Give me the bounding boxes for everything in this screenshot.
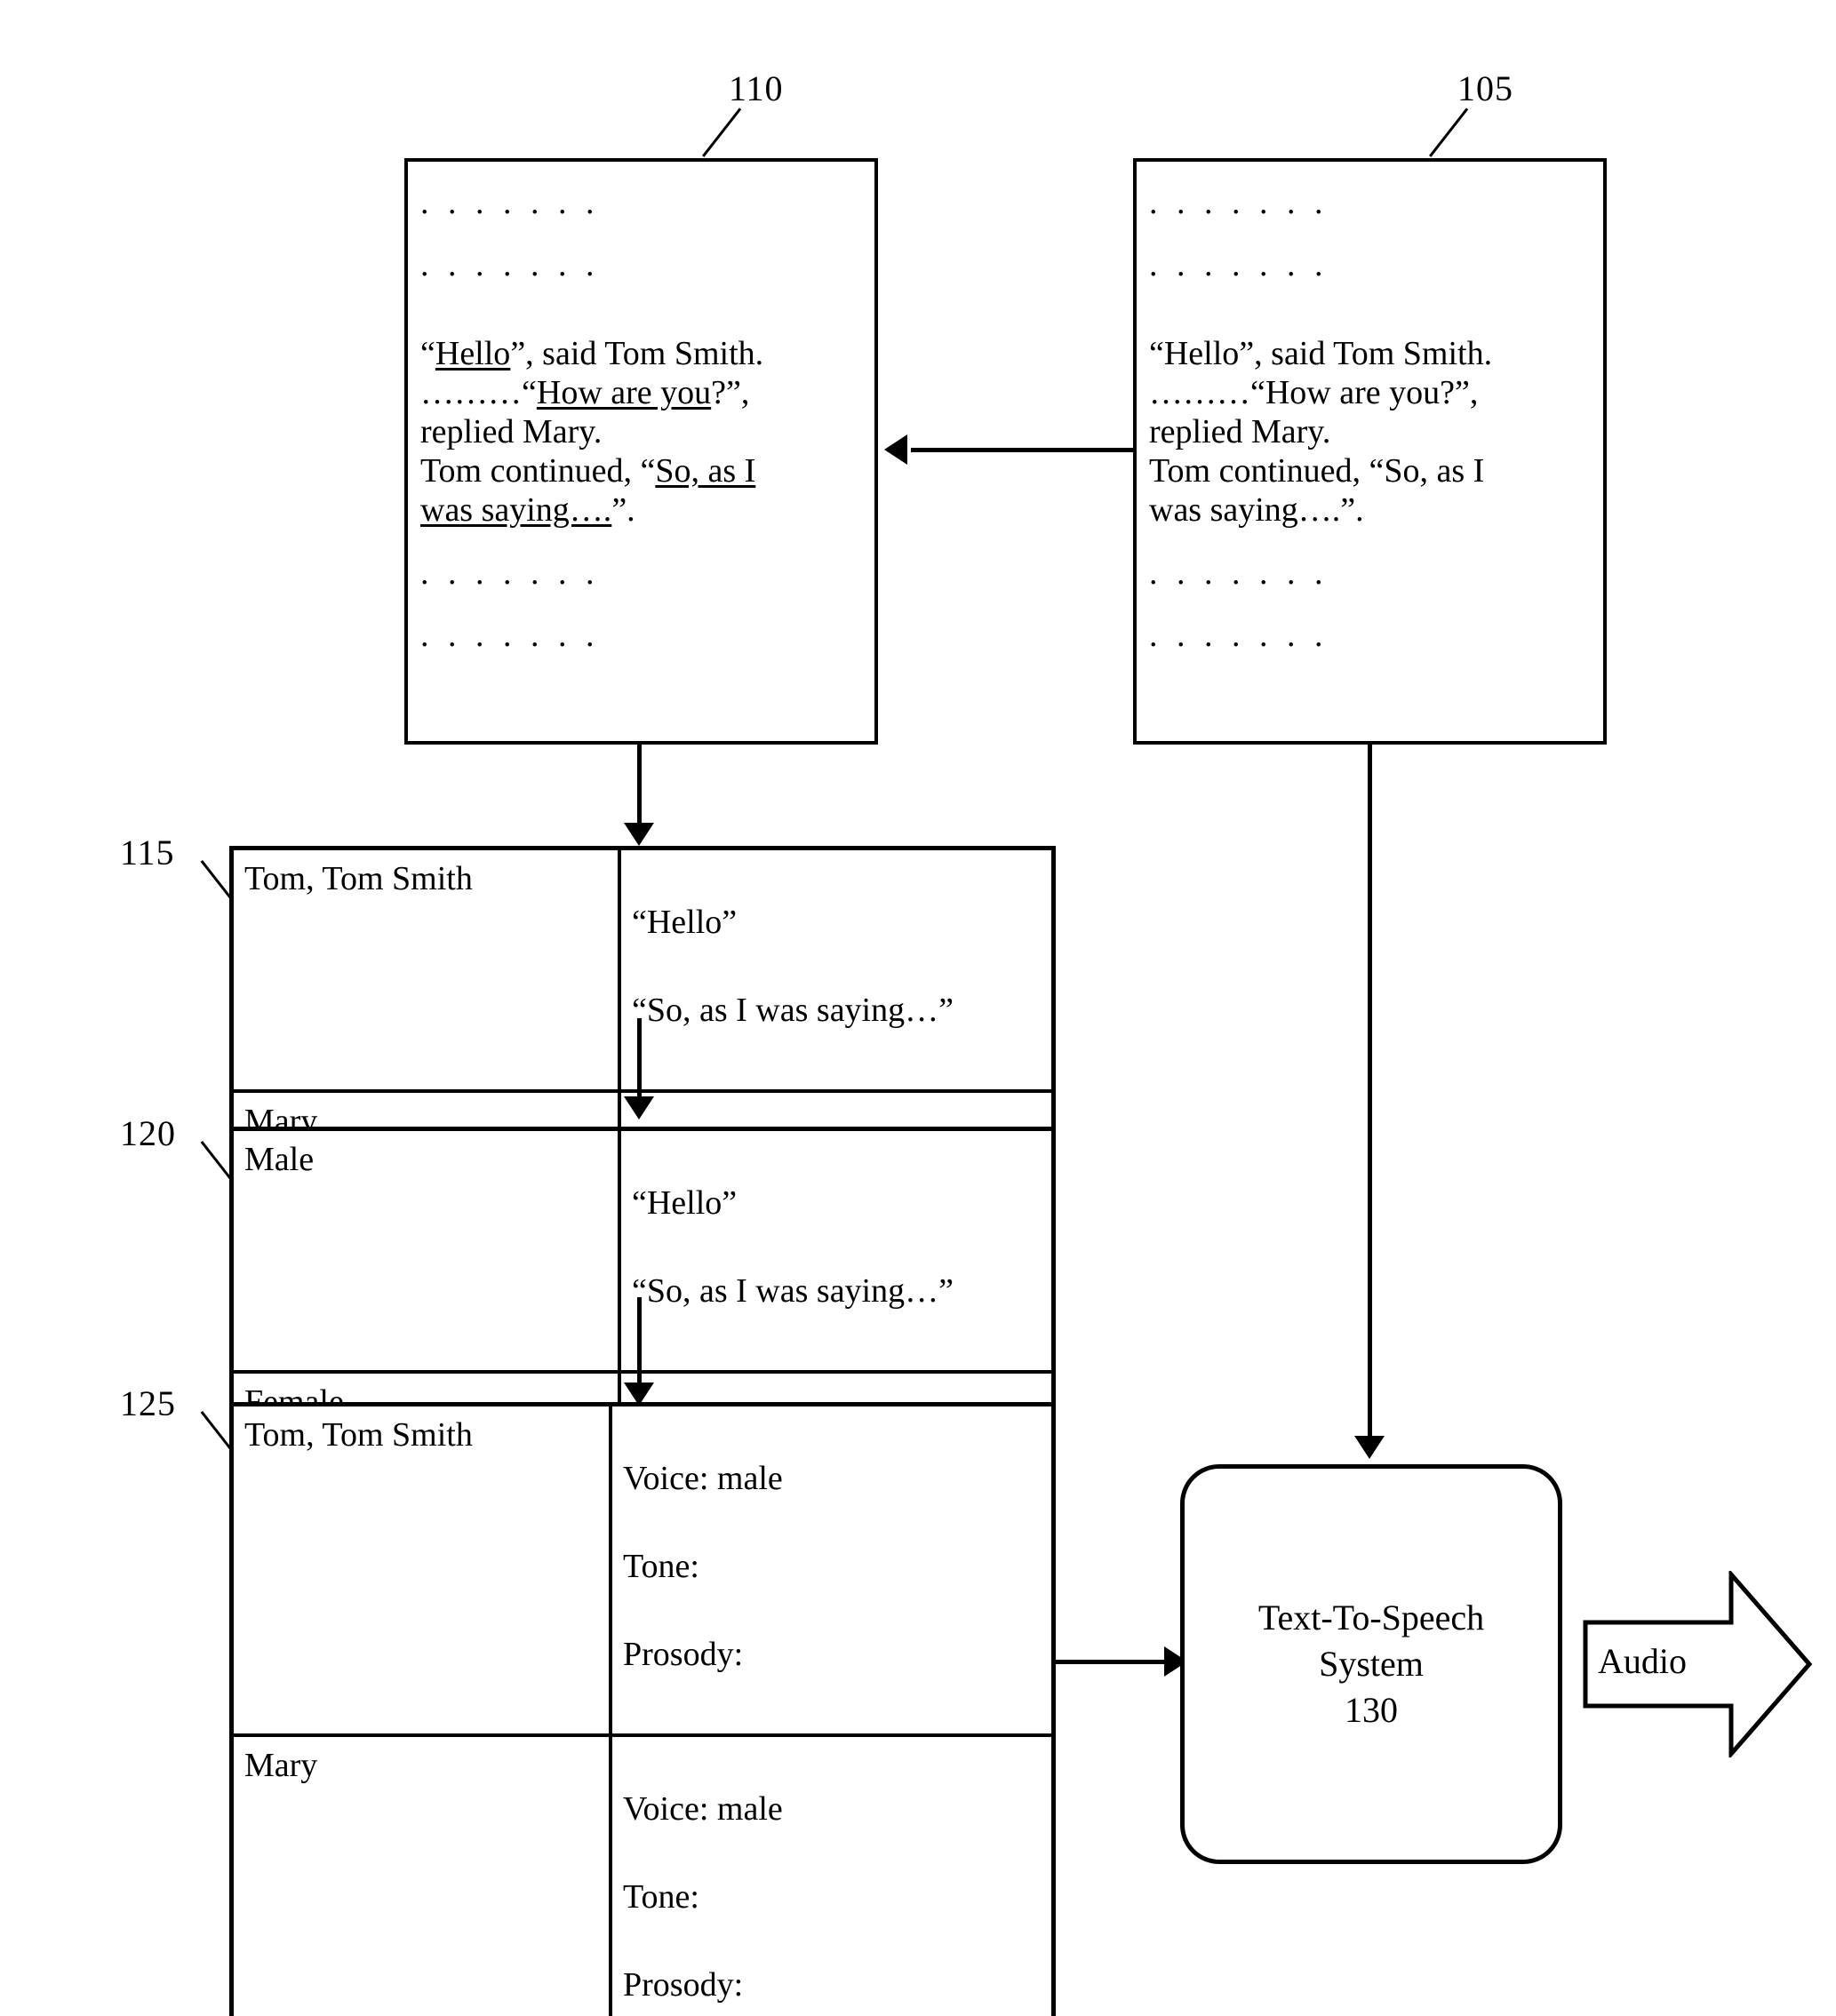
connector-voice-table-to-tts bbox=[1056, 1660, 1171, 1664]
speaker-cell: Mary bbox=[229, 1733, 612, 2016]
connector-source-to-annotated bbox=[911, 448, 1135, 452]
ref-numeral-120: 120 bbox=[120, 1113, 176, 1153]
annotated-line-tomcontinued: Tom continued, “So, as I bbox=[420, 451, 862, 490]
ref-numeral-115: 115 bbox=[120, 833, 175, 873]
ellipsis-line: . . . . . . . bbox=[1149, 184, 1329, 221]
ref-numeral-125: 125 bbox=[120, 1383, 176, 1423]
attribute-prosody: Prosody: bbox=[623, 1635, 744, 1673]
ellipsis-line: . . . . . . . bbox=[420, 246, 600, 284]
speaker-cell: Tom, Tom Smith bbox=[229, 846, 621, 1093]
line-tail: ”. bbox=[611, 491, 635, 530]
audio-output-arrow: Audio bbox=[1582, 1568, 1813, 1760]
connector-source-to-tts bbox=[1368, 745, 1372, 1446]
ellipsis-line: . . . . . . . bbox=[420, 554, 600, 592]
patent-figure-canvas: 110 105 . . . . . . . . . . . . . . “Hel… bbox=[0, 0, 1836, 2016]
source-line-howareyou: ………“How are you?”, bbox=[1149, 374, 1479, 412]
ellipsis-line: . . . . . . . bbox=[1149, 554, 1329, 592]
ellipsis-line: . . . . . . . bbox=[1149, 616, 1329, 654]
voice-attributes-cell: Voice: male Tone: Prosody: bbox=[609, 1402, 1056, 1737]
annotated-line-repliedmary: replied Mary. bbox=[420, 413, 603, 451]
utterance-line: “Hello” bbox=[632, 1184, 738, 1223]
tts-title-line-2: System bbox=[1319, 1644, 1424, 1684]
gender-cell: Male bbox=[229, 1127, 621, 1374]
quote-open: “ bbox=[420, 335, 435, 373]
attribute-voice: Voice: male bbox=[623, 1790, 783, 1829]
utterance-line: “So, as I was saying…” bbox=[632, 1272, 954, 1311]
attribute-tone: Tone: bbox=[623, 1548, 699, 1586]
ref-numeral-105: 105 bbox=[1457, 68, 1513, 108]
arrowhead-left-to-annotated bbox=[884, 434, 907, 465]
underlined-span: How are you bbox=[536, 374, 712, 412]
tts-ref-numeral-130: 130 bbox=[1345, 1690, 1398, 1730]
leader-line-105 bbox=[1429, 108, 1469, 157]
table-row: Mary Voice: male Tone: Prosody: bbox=[229, 1733, 1056, 2016]
speaker-cell: Tom, Tom Smith bbox=[229, 1402, 612, 1737]
annotated-line-howareyou: ………“How are you?”, bbox=[420, 373, 862, 412]
arrowhead-down-to-speaker-table bbox=[624, 823, 654, 846]
line-tail: ?”, bbox=[711, 374, 750, 412]
ref-numeral-110: 110 bbox=[729, 68, 784, 108]
leader-line-110 bbox=[702, 108, 742, 157]
utterance-cell: “Hello” “So, as I was saying…” bbox=[618, 1127, 1056, 1374]
annotated-text-box: . . . . . . . . . . . . . . “Hello”, sai… bbox=[404, 158, 878, 745]
underlined-span: was saying…. bbox=[420, 491, 612, 530]
ellipsis-line: . . . . . . . bbox=[1149, 246, 1329, 284]
arrowhead-down-to-gender-table bbox=[624, 1096, 654, 1120]
table-row: Male “Hello” “So, as I was saying…” bbox=[229, 1127, 1056, 1374]
voice-attribute-table: Tom, Tom Smith Voice: male Tone: Prosody… bbox=[229, 1402, 1056, 2016]
utterance-line: “So, as I was saying…” bbox=[632, 992, 954, 1030]
text-to-speech-system-box: Text-To-Speech System 130 bbox=[1180, 1464, 1562, 1864]
underlined-span: So, as I bbox=[655, 452, 756, 490]
tts-title-line-1: Text-To-Speech bbox=[1257, 1598, 1485, 1638]
voice-attributes-cell: Voice: male Tone: Prosody: bbox=[609, 1733, 1056, 2016]
source-line-repliedmary: replied Mary. bbox=[1149, 413, 1331, 451]
line-tail: ”, said Tom Smith. bbox=[510, 335, 764, 373]
annotated-line-hello: “Hello”, said Tom Smith. bbox=[420, 334, 862, 373]
underlined-span: Hello bbox=[435, 335, 511, 373]
source-line-wassaying: was saying….”. bbox=[1149, 491, 1364, 530]
table-row: Tom, Tom Smith Voice: male Tone: Prosody… bbox=[229, 1402, 1056, 1737]
ellipsis-line: . . . . . . . bbox=[420, 184, 600, 221]
ellipsis-line: . . . . . . . bbox=[420, 616, 600, 654]
attribute-voice: Voice: male bbox=[623, 1460, 783, 1498]
source-text-box: . . . . . . . . . . . . . . “Hello”, sai… bbox=[1133, 158, 1607, 745]
utterance-line: “Hello” bbox=[632, 904, 738, 942]
line-head: Tom continued, “ bbox=[420, 452, 656, 490]
attribute-tone: Tone: bbox=[623, 1877, 699, 1916]
connector-gender-to-voice-table bbox=[637, 1297, 642, 1393]
ellipsis-prefix: ………“ bbox=[420, 374, 537, 412]
audio-label: Audio bbox=[1598, 1641, 1687, 1681]
source-line-tomcontinued: Tom continued, “So, as I bbox=[1149, 452, 1485, 490]
attribute-prosody: Prosody: bbox=[623, 1965, 744, 2004]
utterance-cell: “Hello” “So, as I was saying…” bbox=[618, 846, 1056, 1093]
annotated-line-wassaying: was saying….”. bbox=[420, 490, 862, 530]
connector-speaker-to-gender-table bbox=[637, 1018, 642, 1107]
source-line-hello: “Hello”, said Tom Smith. bbox=[1149, 335, 1493, 373]
arrowhead-down-to-tts bbox=[1354, 1436, 1385, 1459]
connector-annotated-to-speaker-table bbox=[637, 745, 642, 833]
table-row: Tom, Tom Smith “Hello” “So, as I was say… bbox=[229, 846, 1056, 1093]
